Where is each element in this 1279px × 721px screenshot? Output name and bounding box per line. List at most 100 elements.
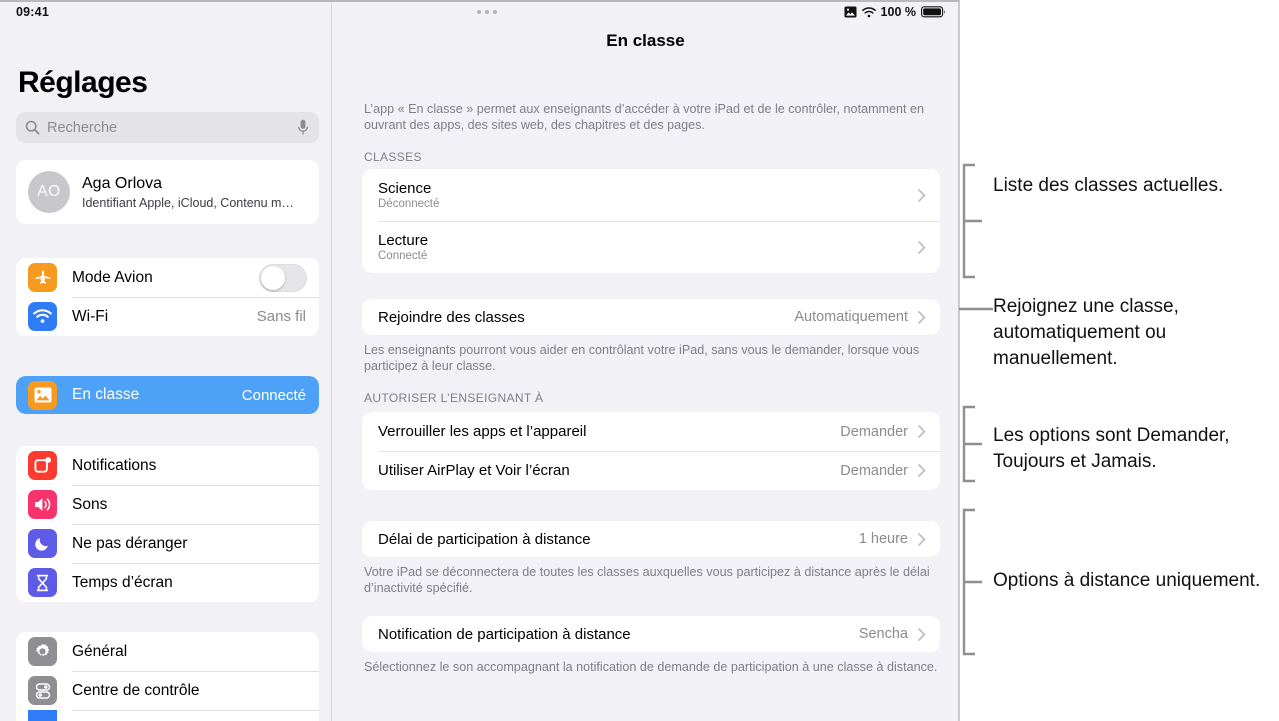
class-row-science[interactable]: Science Déconnecté: [362, 169, 940, 221]
profile-name: Aga Orlova: [82, 174, 163, 192]
chevron-right-icon: [918, 464, 926, 477]
screenshot-root: 09:41 Réglages Recherche AO Aga Orlova I…: [0, 0, 1279, 721]
hourglass-icon: [28, 568, 57, 597]
classroom-icon: [28, 380, 57, 410]
callout-text-3: Les options sont Demander, Toujours et J…: [993, 425, 1230, 472]
remote-notification-row[interactable]: Notification de participation à distance…: [362, 616, 940, 652]
class-status: Connecté: [378, 250, 428, 262]
sidebar-item-airplane-mode[interactable]: Mode Avion: [16, 258, 319, 297]
classroom-description: L’app « En classe » permet aux enseignan…: [364, 102, 925, 132]
sidebar-group-notifications: Notifications Sons Ne pas déranger Temps…: [16, 446, 319, 602]
sidebar-item-label: Général: [72, 642, 128, 660]
callout-text-4: Options à distance uniquement.: [993, 570, 1261, 591]
callout-line-2: [959, 307, 993, 311]
class-text: Lecture Connecté: [378, 232, 428, 262]
lock-apps-row[interactable]: Verrouiller les apps et l’appareil Deman…: [362, 412, 940, 451]
allow-teacher-card: Verrouiller les apps et l’appareil Deman…: [362, 412, 940, 490]
remote-notification-label: Notification de participation à distance: [378, 625, 631, 643]
search-icon: [25, 120, 40, 135]
sidebar-item-notifications[interactable]: Notifications: [16, 446, 319, 485]
profile-subtitle: Identifiant Apple, iCloud, Contenu m…: [82, 195, 294, 210]
sidebar-item-do-not-disturb[interactable]: Ne pas déranger: [16, 524, 319, 563]
chevron-right-icon: [918, 240, 926, 254]
wifi-icon: [861, 6, 876, 17]
class-title: Science: [378, 180, 432, 197]
grabber-dot: [485, 10, 489, 14]
remote-timeout-row[interactable]: Délai de participation à distance 1 heur…: [362, 521, 940, 557]
grabber-dot: [477, 10, 481, 14]
sidebar-item-label: Notifications: [72, 456, 157, 474]
airplay-label: Utiliser AirPlay et Voir l’écran: [378, 462, 570, 479]
sidebar-item-label: Ne pas déranger: [72, 534, 188, 552]
join-classes-card: Rejoindre des classes Automatiquement: [362, 299, 940, 335]
profile-text: Aga Orlova Identifiant Apple, iCloud, Co…: [82, 174, 294, 211]
status-bar-time: 09:41: [16, 5, 49, 19]
class-row-lecture[interactable]: Lecture Connecté: [362, 221, 940, 273]
airplay-row[interactable]: Utiliser AirPlay et Voir l’écran Demande…: [362, 451, 940, 490]
sidebar-item-wifi[interactable]: Wi-Fi Sans fil: [16, 297, 319, 336]
sidebar-group-general: Général Centre de contrôle: [16, 632, 319, 721]
chevron-right-icon: [918, 188, 926, 202]
toggle-knob: [261, 265, 285, 290]
remote-notification-value: Sencha: [858, 626, 908, 642]
airplane-icon: [28, 263, 57, 292]
status-bar-right: 100 %: [844, 5, 946, 19]
sound-icon: [28, 490, 57, 519]
callout-bracket-4: [962, 508, 982, 656]
chevron-right-icon: [918, 532, 926, 546]
search-placeholder: Recherche: [47, 119, 118, 136]
apple-id-profile-row[interactable]: AO Aga Orlova Identifiant Apple, iCloud,…: [16, 160, 319, 224]
sidebar-item-sons[interactable]: Sons: [16, 485, 319, 524]
sidebar-item-label: Centre de contrôle: [72, 681, 200, 699]
airplane-mode-toggle[interactable]: [259, 263, 307, 292]
wifi-icon: [28, 302, 57, 331]
class-status: Déconnecté: [378, 198, 440, 210]
sidebar-item-label: Sons: [72, 495, 108, 513]
sidebar-item-label: Mode Avion: [72, 268, 153, 286]
grabber-dot: [493, 10, 497, 14]
control-center-icon: [28, 676, 57, 705]
sidebar-item-partial[interactable]: [16, 710, 319, 721]
page-title: Réglages: [18, 66, 148, 99]
display-icon: [28, 710, 57, 721]
chevron-right-icon: [918, 310, 926, 324]
annotation-layer: Liste des classes actuelles. Rejoignez u…: [959, 0, 1279, 721]
remote-notification-card: Notification de participation à distance…: [362, 616, 940, 652]
sidebar-item-general[interactable]: Général: [16, 632, 319, 671]
join-classes-row[interactable]: Rejoindre des classes Automatiquement: [362, 299, 940, 335]
classes-card: Science Déconnecté Lecture Connecté: [362, 169, 940, 273]
nav-bar-title: En classe: [606, 31, 685, 50]
join-classes-footer: Les enseignants pourront vous aider en c…: [364, 343, 920, 373]
class-title: Lecture: [378, 232, 429, 249]
sidebar-item-value: Connecté: [241, 386, 306, 404]
sidebar-item-label: Temps d’écran: [72, 573, 173, 591]
sidebar-item-label: En classe: [72, 386, 140, 403]
search-input[interactable]: Recherche: [16, 112, 319, 143]
callout-bracket-3: [962, 405, 982, 483]
join-classes-label: Rejoindre des classes: [378, 308, 525, 326]
allow-teacher-section-header: AUTORISER L’ENSEIGNANT À: [364, 391, 544, 405]
multitask-grabber[interactable]: [477, 10, 497, 14]
lock-apps-label: Verrouiller les apps et l’appareil: [378, 423, 587, 440]
battery-percent-label: 100 %: [880, 5, 916, 19]
sidebar-group-connectivity: Mode Avion Wi-Fi Sans fil: [16, 258, 319, 336]
callout-text-2: Rejoignez une classe, automatiquement ou…: [993, 296, 1179, 369]
settings-sidebar: 09:41 Réglages Recherche AO Aga Orlova I…: [0, 2, 332, 721]
sidebar-item-value: Sans fil: [256, 308, 306, 325]
microphone-icon[interactable]: [297, 119, 309, 136]
sidebar-item-label: Wi-Fi: [72, 307, 109, 325]
sidebar-group-classroom: En classe Connecté: [16, 376, 319, 414]
notifications-icon: [28, 451, 57, 480]
join-classes-value: Automatiquement: [794, 309, 908, 325]
settings-detail-pane: 100 % En classe L’app « En classe » perm…: [333, 2, 958, 721]
chevron-right-icon: [918, 425, 926, 438]
classroom-status-icon: [844, 6, 857, 18]
moon-icon: [28, 529, 57, 558]
sidebar-item-control-center[interactable]: Centre de contrôle: [16, 671, 319, 710]
sidebar-item-screen-time[interactable]: Temps d’écran: [16, 563, 319, 602]
avatar: AO: [28, 171, 70, 213]
sidebar-item-en-classe[interactable]: En classe Connecté: [16, 376, 319, 414]
callout-bracket-1: [962, 163, 982, 279]
remote-timeout-footer: Votre iPad se déconnectera de toutes les…: [364, 565, 930, 595]
lock-apps-value: Demander: [840, 423, 908, 440]
